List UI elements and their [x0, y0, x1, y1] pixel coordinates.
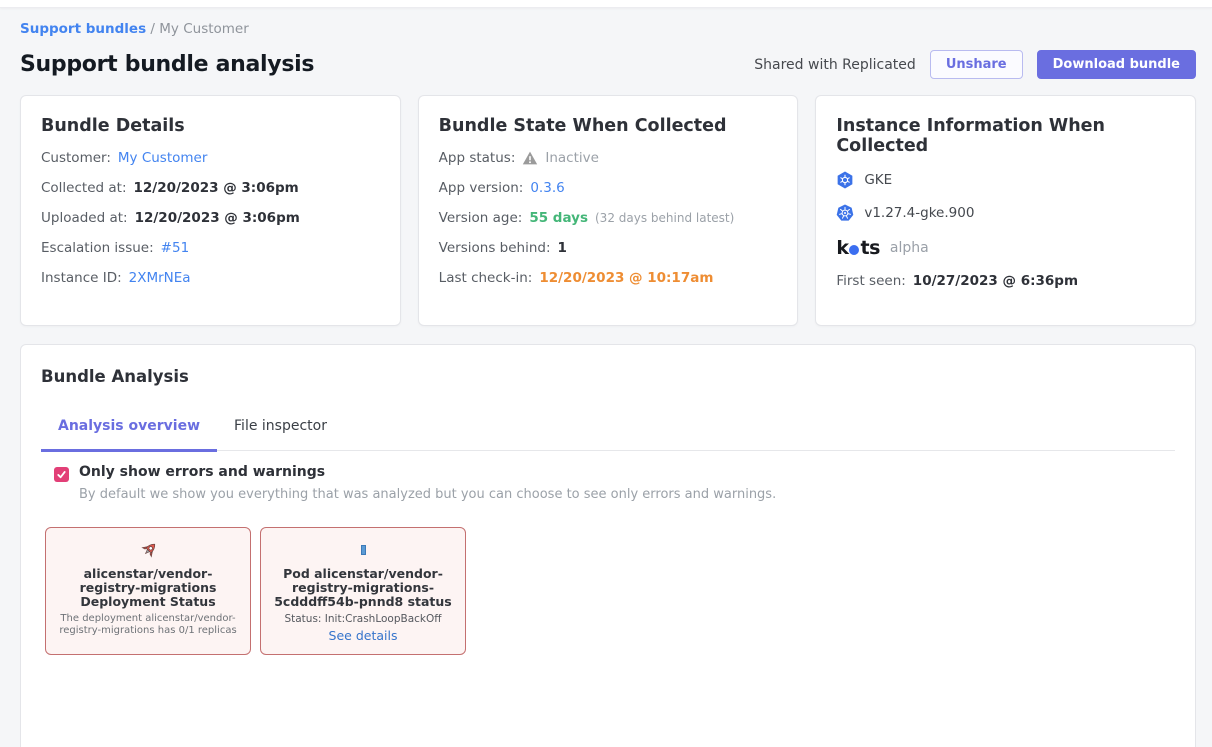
instance-info-title: Instance Information When Collected [836, 116, 1175, 156]
customer-row: Customer: My Customer [41, 150, 380, 166]
tab-file-inspector[interactable]: File inspector [217, 418, 344, 452]
app-status-label: App status: [439, 150, 516, 166]
only-errors-checkbox[interactable] [54, 467, 69, 482]
app-status-row: App status: Inactive [439, 150, 778, 166]
app-status-value: Inactive [545, 150, 599, 166]
support-bundle-page: Support bundles / My Customer Support bu… [0, 21, 1212, 747]
bundle-details-title: Bundle Details [41, 116, 380, 136]
issue-status: Status: Init:CrashLoopBackOff [269, 613, 457, 625]
uploaded-at-label: Uploaded at: [41, 210, 128, 226]
distribution-row: GKE [836, 171, 1175, 189]
analysis-issue-cards: alicenstar/vendor-registry-migrations De… [45, 527, 1175, 655]
uploaded-at-row: Uploaded at: 12/20/2023 @ 3:06pm [41, 210, 380, 226]
distribution-value: GKE [864, 172, 892, 188]
breadcrumb-current: My Customer [159, 21, 249, 37]
download-bundle-button[interactable]: Download bundle [1037, 50, 1196, 79]
bundle-details-card: Bundle Details Customer: My Customer Col… [20, 95, 401, 326]
filter-description: By default we show you everything that w… [79, 487, 776, 502]
collected-at-label: Collected at: [41, 180, 127, 196]
collected-at-value: 12/20/2023 @ 3:06pm [134, 180, 299, 196]
warning-icon [522, 150, 538, 166]
tab-analysis-overview[interactable]: Analysis overview [41, 418, 217, 452]
first-seen-value: 10/27/2023 @ 6:36pm [913, 273, 1078, 289]
versions-behind-value: 1 [558, 240, 567, 256]
last-checkin-label: Last check-in: [439, 270, 533, 286]
unshare-button[interactable]: Unshare [930, 50, 1023, 79]
breadcrumb-support-bundles-link[interactable]: Support bundles [20, 21, 146, 37]
version-age-value: 55 days [529, 210, 588, 226]
breadcrumb: Support bundles / My Customer [20, 21, 1196, 37]
app-version-link[interactable]: 0.3.6 [530, 180, 564, 196]
first-seen-row: First seen: 10/27/2023 @ 6:36pm [836, 273, 1175, 289]
breadcrumb-separator: / [150, 21, 155, 37]
issue-title: alicenstar/vendor-registry-migrations De… [54, 567, 242, 609]
deployment-status-issue-card[interactable]: alicenstar/vendor-registry-migrations De… [45, 527, 251, 655]
last-checkin-value: 12/20/2023 @ 10:17am [539, 270, 713, 286]
bundle-analysis-panel: Bundle Analysis Analysis overview File i… [20, 344, 1196, 747]
kots-row: kts alpha [836, 237, 1175, 259]
versions-behind-row: Versions behind: 1 [439, 240, 778, 256]
bundle-state-title: Bundle State When Collected [439, 116, 778, 136]
escalation-issue-row: Escalation issue: #51 [41, 240, 380, 256]
bundle-analysis-title: Bundle Analysis [41, 367, 1175, 386]
versions-behind-label: Versions behind: [439, 240, 551, 256]
k8s-version-value: v1.27.4-gke.900 [864, 205, 974, 221]
page-header: Support bundle analysis Shared with Repl… [20, 50, 1196, 79]
instance-info-card: Instance Information When Collected GKE … [815, 95, 1196, 326]
kots-channel: alpha [890, 240, 929, 256]
kubernetes-icon [836, 204, 854, 222]
escalation-issue-link[interactable]: #51 [161, 240, 190, 256]
pod-status-icon [269, 539, 457, 561]
customer-link[interactable]: My Customer [118, 150, 208, 166]
k8s-version-row: v1.27.4-gke.900 [836, 204, 1175, 222]
header-actions: Shared with Replicated Unshare Download … [754, 50, 1196, 79]
issue-description: The deployment alicenstar/vendor-registr… [54, 613, 242, 637]
instance-id-row: Instance ID: 2XMrNEa [41, 270, 380, 286]
see-details-link[interactable]: See details [329, 628, 398, 643]
collected-at-row: Collected at: 12/20/2023 @ 3:06pm [41, 180, 380, 196]
app-version-label: App version: [439, 180, 524, 196]
escalation-issue-label: Escalation issue: [41, 240, 154, 256]
version-age-note: (32 days behind latest) [595, 211, 734, 225]
filter-label: Only show errors and warnings [79, 464, 776, 480]
kots-logo-dot [849, 245, 859, 255]
pod-status-issue-card[interactable]: Pod alicenstar/vendor-registry-migration… [260, 527, 466, 655]
top-bar [0, 0, 1212, 8]
customer-label: Customer: [41, 150, 111, 166]
instance-id-label: Instance ID: [41, 270, 122, 286]
uploaded-at-value: 12/20/2023 @ 3:06pm [135, 210, 300, 226]
last-checkin-row: Last check-in: 12/20/2023 @ 10:17am [439, 270, 778, 286]
version-age-row: Version age: 55 days (32 days behind lat… [439, 210, 778, 226]
errors-warnings-filter: Only show errors and warnings By default… [54, 464, 1175, 502]
bundle-state-card: Bundle State When Collected App status: … [418, 95, 799, 326]
analysis-tabs: Analysis overview File inspector [41, 418, 1175, 451]
page-title: Support bundle analysis [20, 52, 314, 77]
version-age-label: Version age: [439, 210, 523, 226]
kots-logo: kts [836, 237, 880, 259]
first-seen-label: First seen: [836, 273, 905, 289]
app-version-row: App version: 0.3.6 [439, 180, 778, 196]
filter-text-block: Only show errors and warnings By default… [79, 464, 776, 502]
shared-status-text: Shared with Replicated [754, 57, 916, 73]
summary-cards-row: Bundle Details Customer: My Customer Col… [20, 95, 1196, 326]
rocket-icon [54, 539, 242, 561]
instance-id-link[interactable]: 2XMrNEa [129, 270, 191, 286]
gke-icon [836, 171, 854, 189]
issue-title: Pod alicenstar/vendor-registry-migration… [269, 567, 457, 609]
